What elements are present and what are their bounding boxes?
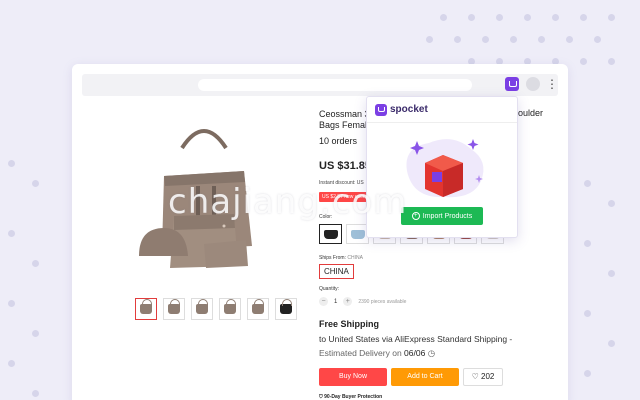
background-dot	[552, 14, 559, 21]
background-dot	[524, 14, 531, 21]
buyer-protection: ⛉ 90-Day Buyer Protection	[319, 394, 382, 400]
background-dot	[594, 36, 601, 43]
background-dot	[584, 310, 591, 317]
thumbnail[interactable]	[163, 298, 185, 320]
estimated-delivery: Estimated Delivery on 06/06 ◷	[319, 348, 435, 359]
shield-icon: ⛉	[319, 394, 323, 400]
background-dot	[8, 300, 15, 307]
ships-from-value: CHINA	[347, 255, 363, 261]
background-dot	[32, 390, 39, 397]
background-dot	[32, 330, 39, 337]
thumbnail[interactable]	[219, 298, 241, 320]
background-dot	[580, 14, 587, 21]
background-dot	[496, 14, 503, 21]
estimated-date: 06/06	[404, 348, 426, 358]
increase-button[interactable]: +	[343, 297, 353, 306]
background-dot	[440, 14, 447, 21]
background-dot	[580, 58, 587, 65]
brand-name: spocket	[390, 104, 428, 115]
background-dot	[426, 36, 433, 43]
background-dot	[608, 58, 615, 65]
background-dot	[32, 260, 39, 267]
heart-icon: ♡	[471, 372, 479, 381]
wishlist-count: 202	[481, 372, 495, 381]
background-dot	[608, 200, 615, 207]
background-dot	[8, 160, 15, 167]
background-dot	[32, 180, 39, 187]
spocket-logo-icon	[375, 104, 387, 116]
thumbnail[interactable]	[191, 298, 213, 320]
thumbnail[interactable]	[135, 298, 157, 320]
buy-now-button[interactable]: Buy Now	[319, 368, 387, 386]
browser-menu-icon[interactable]: ⋮	[546, 75, 558, 93]
ships-from-text: Ships From:	[319, 255, 346, 261]
product-title-end: oulder	[518, 108, 544, 118]
free-shipping: Free Shipping	[319, 319, 380, 329]
thumbnail[interactable]	[247, 298, 269, 320]
background-dot	[8, 360, 15, 367]
popup-header: spocket	[367, 97, 517, 123]
background-dot	[608, 14, 615, 21]
profile-avatar[interactable]	[526, 77, 540, 91]
quantity-value[interactable]: 1	[334, 299, 337, 305]
background-dot	[8, 230, 15, 237]
wishlist-button[interactable]: ♡ 202	[463, 368, 503, 386]
action-buttons: Buy Now Add to Cart ♡ 202	[319, 368, 503, 386]
import-products-button[interactable]: + Import Products	[401, 207, 483, 225]
thumbnail[interactable]	[275, 298, 297, 320]
background-dot	[566, 36, 573, 43]
buyer-protection-text: 90-Day Buyer Protection	[324, 394, 383, 400]
order-count: 10 orders	[319, 136, 358, 146]
thumbnail-strip	[135, 298, 297, 320]
quantity-stepper: − 1 + 2390 pieces available	[319, 297, 406, 306]
product-title-line2: Bags Female	[319, 120, 373, 130]
background-dot	[468, 14, 475, 21]
stock-available: 2390 pieces available	[358, 298, 407, 305]
background-dot	[538, 36, 545, 43]
quantity-label: Quantity:	[319, 286, 340, 292]
watermark: chajiang.com	[168, 182, 408, 222]
background-dot	[608, 340, 615, 347]
ships-from-option[interactable]: CHINA	[319, 264, 354, 279]
plus-icon: +	[411, 212, 420, 220]
address-bar[interactable]	[198, 79, 472, 91]
product-price: US $31.85	[319, 160, 371, 172]
browser-toolbar: ⋮	[82, 74, 558, 96]
spocket-extension-icon[interactable]	[505, 77, 519, 91]
import-button-label: Import Products	[422, 212, 473, 220]
estimated-prefix: Estimated Delivery on	[319, 348, 402, 358]
background-dot	[454, 36, 461, 43]
gift-box-illustration	[406, 139, 484, 198]
ships-from-label: Ships From: CHINA	[319, 255, 363, 261]
decrease-button[interactable]: −	[319, 297, 328, 306]
shipping-method: to United States via AliExpress Standard…	[319, 334, 513, 344]
background-dot	[482, 36, 489, 43]
background-dot	[584, 180, 591, 187]
add-to-cart-button[interactable]: Add to Cart	[391, 368, 459, 386]
background-dot	[584, 240, 591, 247]
color-swatch[interactable]	[319, 224, 342, 244]
background-dot	[510, 36, 517, 43]
background-dot	[584, 370, 591, 377]
background-dot	[608, 270, 615, 277]
clock-icon: ◷	[427, 348, 436, 358]
